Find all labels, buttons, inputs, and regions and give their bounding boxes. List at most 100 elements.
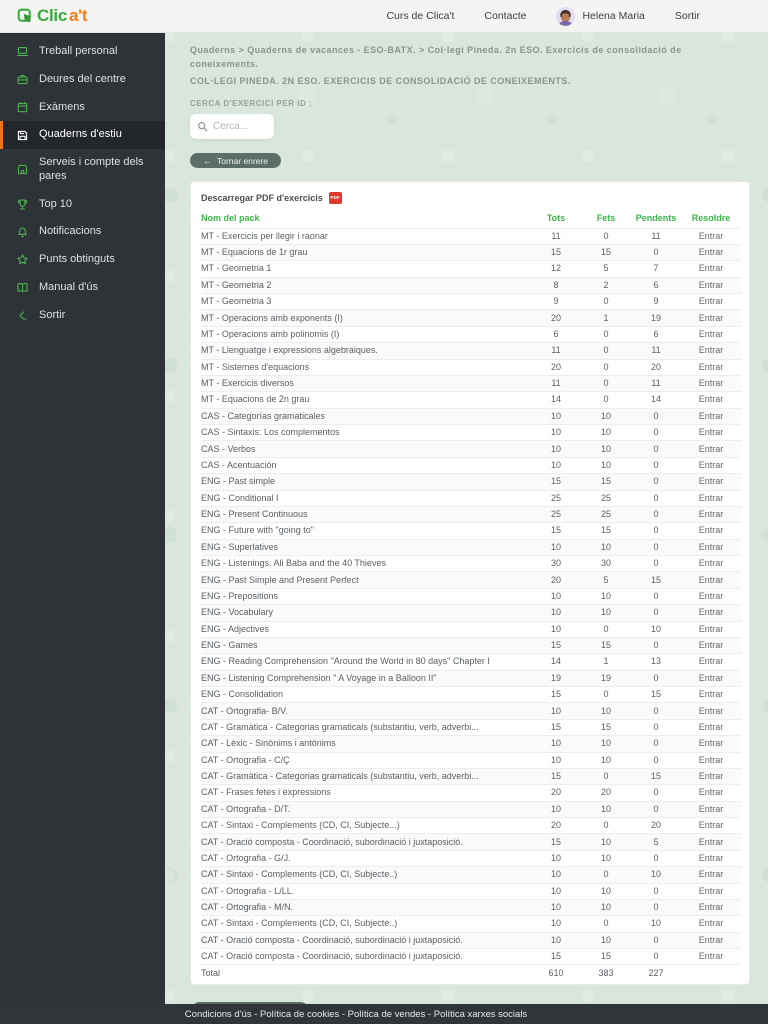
entrar-link[interactable]: Entrar <box>681 407 741 425</box>
sidebar-item-examens[interactable]: Exàmens <box>0 94 165 122</box>
navbar-links: Curs de Clica't Contacte Helena Maria So… <box>386 6 768 26</box>
sidebar-item-punts-obtinguts[interactable]: Punts obtinguts <box>0 246 165 274</box>
fets-value: 10 <box>581 898 631 916</box>
save-icon <box>17 130 28 140</box>
user-menu[interactable]: Helena Maria <box>556 6 645 26</box>
entrar-link[interactable]: Entrar <box>681 767 741 785</box>
entrar-link[interactable]: Entrar <box>681 587 741 605</box>
pendents-value: 15 <box>631 571 681 589</box>
pack-name: MT - Geometria 2 <box>201 276 531 294</box>
sidebar-item-serveis-i-compte-dels-pares[interactable]: Serveis i compte dels pares <box>0 149 165 191</box>
entrar-link[interactable]: Entrar <box>681 882 741 900</box>
entrar-link[interactable]: Entrar <box>681 391 741 409</box>
tots-value: 20 <box>531 358 581 376</box>
entrar-link[interactable]: Entrar <box>681 849 741 867</box>
entrar-link[interactable]: Entrar <box>681 342 741 359</box>
entrar-link[interactable]: Entrar <box>681 784 741 802</box>
pack-name: MT - Llenguatge i expressions algebraiqu… <box>201 342 531 359</box>
entrar-link[interactable]: Entrar <box>681 751 741 769</box>
entrar-link[interactable]: Entrar <box>681 505 741 523</box>
pendents-value: 0 <box>631 587 681 605</box>
entrar-link[interactable]: Entrar <box>681 898 741 916</box>
entrar-link[interactable]: Entrar <box>681 931 741 949</box>
pack-name: CAS - Sintaxis: Los complementos <box>201 423 531 441</box>
nav-link-sortir[interactable]: Sortir <box>675 10 700 22</box>
tots-value: 9 <box>531 292 581 310</box>
entrar-link[interactable]: Entrar <box>681 554 741 572</box>
fets-value: 10 <box>581 407 631 425</box>
sidebar-item-top-10[interactable]: Top 10 <box>0 191 165 219</box>
entrar-link[interactable]: Entrar <box>681 735 741 752</box>
entrar-link[interactable]: Entrar <box>681 423 741 441</box>
entrar-link[interactable]: Entrar <box>681 669 741 687</box>
pack-name: CAT - Ortografia - G/J. <box>201 849 531 867</box>
table-row: CAS - Acentuación 10 10 0 Entrar <box>201 456 741 474</box>
entrar-link[interactable]: Entrar <box>681 276 741 294</box>
pendents-value: 0 <box>631 456 681 474</box>
entrar-link[interactable]: Entrar <box>681 702 741 720</box>
entrar-link[interactable]: Entrar <box>681 358 741 376</box>
pack-name: CAS - Verbos <box>201 440 531 458</box>
table-row: ENG - Vocabulary 10 10 0 Entrar <box>201 604 741 621</box>
table-row: CAT - Ortografia- B/V. 10 10 0 Entrar <box>201 702 741 720</box>
fets-value: 15 <box>581 947 631 965</box>
pendents-value: 13 <box>631 653 681 671</box>
entrar-link[interactable]: Entrar <box>681 473 741 490</box>
search-input[interactable] <box>213 121 267 132</box>
sidebar-item-manual-dus[interactable]: Manual d'ús <box>0 274 165 302</box>
entrar-link[interactable]: Entrar <box>681 489 741 507</box>
page: Clic a't Curs de Clica't Contacte Helena … <box>0 0 768 1024</box>
pack-name: ENG - Past Simple and Present Perfect <box>201 571 531 589</box>
entrar-link[interactable]: Entrar <box>681 653 741 671</box>
entrar-link[interactable]: Entrar <box>681 833 741 851</box>
nav-link-contacte[interactable]: Contacte <box>484 10 526 22</box>
sidebar-item-sortir[interactable]: Sortir <box>0 302 165 330</box>
sidebar-item-treball-personal[interactable]: Treball personal <box>0 38 165 66</box>
entrar-link[interactable]: Entrar <box>681 636 741 654</box>
entrar-link[interactable]: Entrar <box>681 522 741 540</box>
entrar-link[interactable]: Entrar <box>681 816 741 834</box>
pack-name: ENG - Vocabulary <box>201 604 531 621</box>
entrar-link[interactable]: Entrar <box>681 227 741 245</box>
fets-value: 0 <box>581 915 631 933</box>
entrar-link[interactable]: Entrar <box>681 620 741 638</box>
pendents-value: 0 <box>631 882 681 900</box>
tots-value: 14 <box>531 653 581 671</box>
fets-value: 10 <box>581 882 631 900</box>
entrar-link[interactable]: Entrar <box>681 374 741 392</box>
logo[interactable]: Clic a't <box>17 6 88 26</box>
entrar-link[interactable]: Entrar <box>681 915 741 933</box>
table-row: ENG - Present Continuous 25 25 0 Entrar <box>201 505 741 523</box>
entrar-link[interactable]: Entrar <box>681 309 741 327</box>
pendents-value: 11 <box>631 342 681 359</box>
entrar-link[interactable]: Entrar <box>681 325 741 343</box>
pdf-icon[interactable]: PDF <box>328 191 342 204</box>
entrar-link[interactable]: Entrar <box>681 604 741 621</box>
tornar-enrere-button[interactable]: ← Tornar enrere <box>190 153 282 168</box>
entrar-link[interactable]: Entrar <box>681 260 741 278</box>
footer[interactable]: Condicions d'ús - Política de cookies - … <box>0 1004 768 1024</box>
entrar-link[interactable]: Entrar <box>681 538 741 556</box>
entrar-link[interactable]: Entrar <box>681 243 741 261</box>
entrar-link[interactable]: Entrar <box>681 456 741 474</box>
tots-value: 12 <box>531 260 581 278</box>
entrar-link[interactable]: Entrar <box>681 718 741 736</box>
table-row: CAT - Ortografia - C/Ç 10 10 0 Entrar <box>201 751 741 769</box>
footer-links[interactable]: Condicions d'ús - Política de cookies - … <box>185 1009 527 1020</box>
sidebar-item-deures-del-centre[interactable]: Deures del centre <box>0 66 165 94</box>
download-pdf-row[interactable]: Descarregar PDF d'exercicis PDF <box>201 189 739 211</box>
nav-link-curs[interactable]: Curs de Clica't <box>386 10 454 22</box>
entrar-link[interactable]: Entrar <box>681 800 741 818</box>
entrar-link[interactable]: Entrar <box>681 866 741 883</box>
sidebar-item-notificacions[interactable]: Notificacions <box>0 218 165 246</box>
entrar-link[interactable]: Entrar <box>681 685 741 703</box>
sidebar-item-quaderns-destiu[interactable]: Quaderns d'estiu <box>0 121 165 149</box>
entrar-link[interactable]: Entrar <box>681 947 741 965</box>
breadcrumb[interactable]: Quaderns > Quaderns de vacances - ESO-BA… <box>190 44 748 71</box>
entrar-link[interactable]: Entrar <box>681 571 741 589</box>
entrar-link[interactable]: Entrar <box>681 292 741 310</box>
column-header-pendents: Pendents <box>635 212 677 223</box>
entrar-link[interactable]: Entrar <box>681 440 741 458</box>
pack-name: CAT - Frases fetes i expressions <box>201 784 531 802</box>
fets-value: 25 <box>581 505 631 523</box>
